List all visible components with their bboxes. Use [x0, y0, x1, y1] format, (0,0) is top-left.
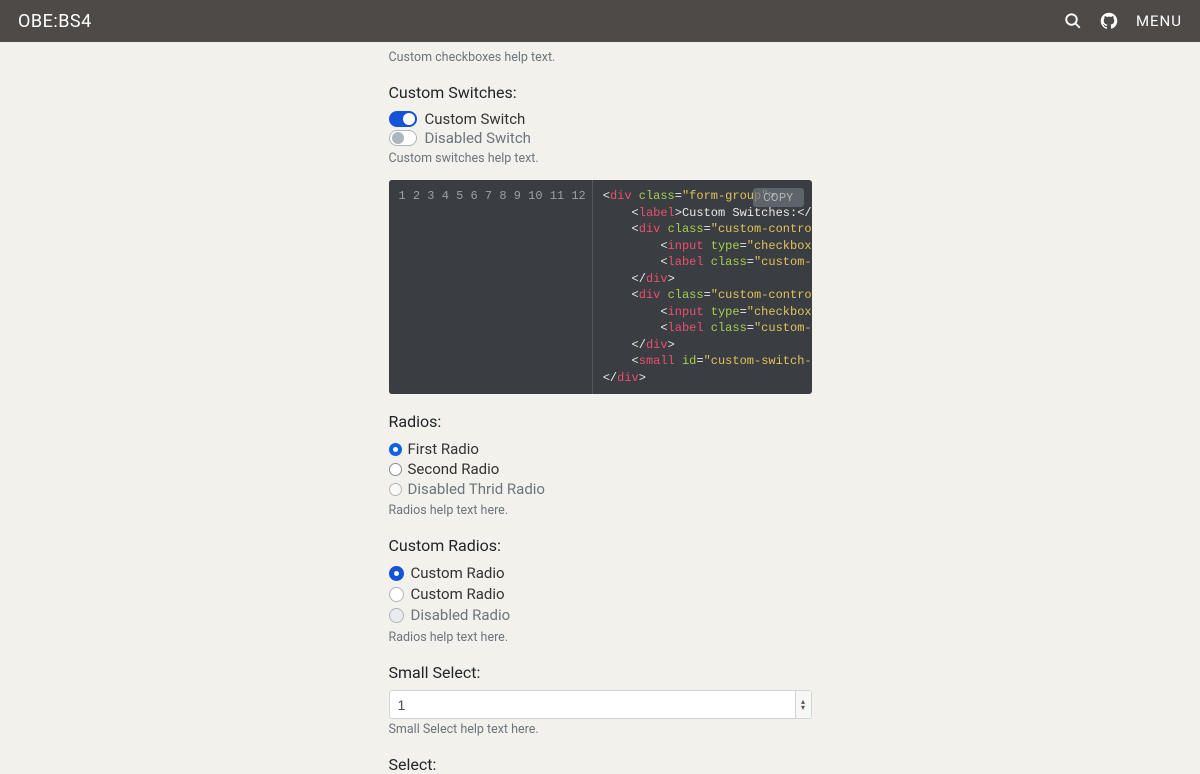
small-select-label: Small Select: [389, 663, 812, 682]
cradio-row-1: Custom Radio [389, 584, 812, 605]
radio-0[interactable] [389, 443, 402, 456]
checkboxes-help: Custom checkboxes help text. [389, 50, 812, 65]
brand[interactable]: OBE:BS4 [18, 11, 92, 32]
radios-help: Radios help text here. [389, 503, 812, 518]
cradio-1[interactable] [389, 587, 404, 602]
code-block: COPY 1 2 3 4 5 6 7 8 9 10 11 12 <div cla… [389, 180, 812, 394]
switch-0[interactable] [389, 111, 417, 127]
code-gutter: 1 2 3 4 5 6 7 8 9 10 11 12 [389, 180, 593, 394]
copy-button[interactable]: COPY [753, 188, 803, 207]
radio-row-0: First Radio [389, 439, 812, 459]
radio-2 [389, 483, 402, 496]
custom-radios-help: Radios help text here. [389, 630, 812, 645]
cradio-row-2: Disabled Radio [389, 605, 812, 626]
nav-right: MENU [1064, 12, 1182, 30]
cradio-0-label[interactable]: Custom Radio [411, 563, 505, 584]
radio-1[interactable] [389, 463, 402, 476]
search-icon[interactable] [1064, 12, 1082, 30]
switch-1 [389, 130, 417, 146]
github-icon[interactable] [1100, 12, 1118, 30]
switches-label: Custom Switches: [389, 83, 812, 102]
switch-row-0: Custom Switch [389, 110, 812, 128]
switch-row-1: Disabled Switch [389, 129, 812, 147]
switches-help: Custom switches help text. [389, 151, 812, 166]
radio-1-label[interactable]: Second Radio [408, 459, 500, 479]
radio-row-2: Disabled Thrid Radio [389, 479, 812, 499]
radio-2-label: Disabled Thrid Radio [408, 479, 546, 499]
small-select-wrap: 1 ▴▾ [389, 690, 812, 719]
main-content: Custom checkboxes help text. Custom Swit… [389, 42, 812, 774]
switch-1-label: Disabled Switch [425, 129, 531, 147]
cradio-row-0: Custom Radio [389, 563, 812, 584]
cradio-0[interactable] [389, 566, 404, 581]
navbar: OBE:BS4 MENU [0, 0, 1200, 42]
select-label: Select: [389, 755, 812, 774]
small-select-help: Small Select help text here. [389, 722, 812, 737]
custom-radios-label: Custom Radios: [389, 536, 812, 555]
radios-label: Radios: [389, 412, 812, 431]
code-content: <div class="form-group"> <label>Custom S… [593, 180, 812, 394]
small-select[interactable]: 1 [389, 690, 812, 719]
radio-0-label[interactable]: First Radio [408, 439, 479, 459]
menu-button[interactable]: MENU [1136, 12, 1182, 30]
cradio-1-label[interactable]: Custom Radio [411, 584, 505, 605]
cradio-2 [389, 608, 404, 623]
cradio-2-label: Disabled Radio [411, 605, 511, 626]
switch-0-label[interactable]: Custom Switch [425, 110, 526, 128]
radio-row-1: Second Radio [389, 459, 812, 479]
